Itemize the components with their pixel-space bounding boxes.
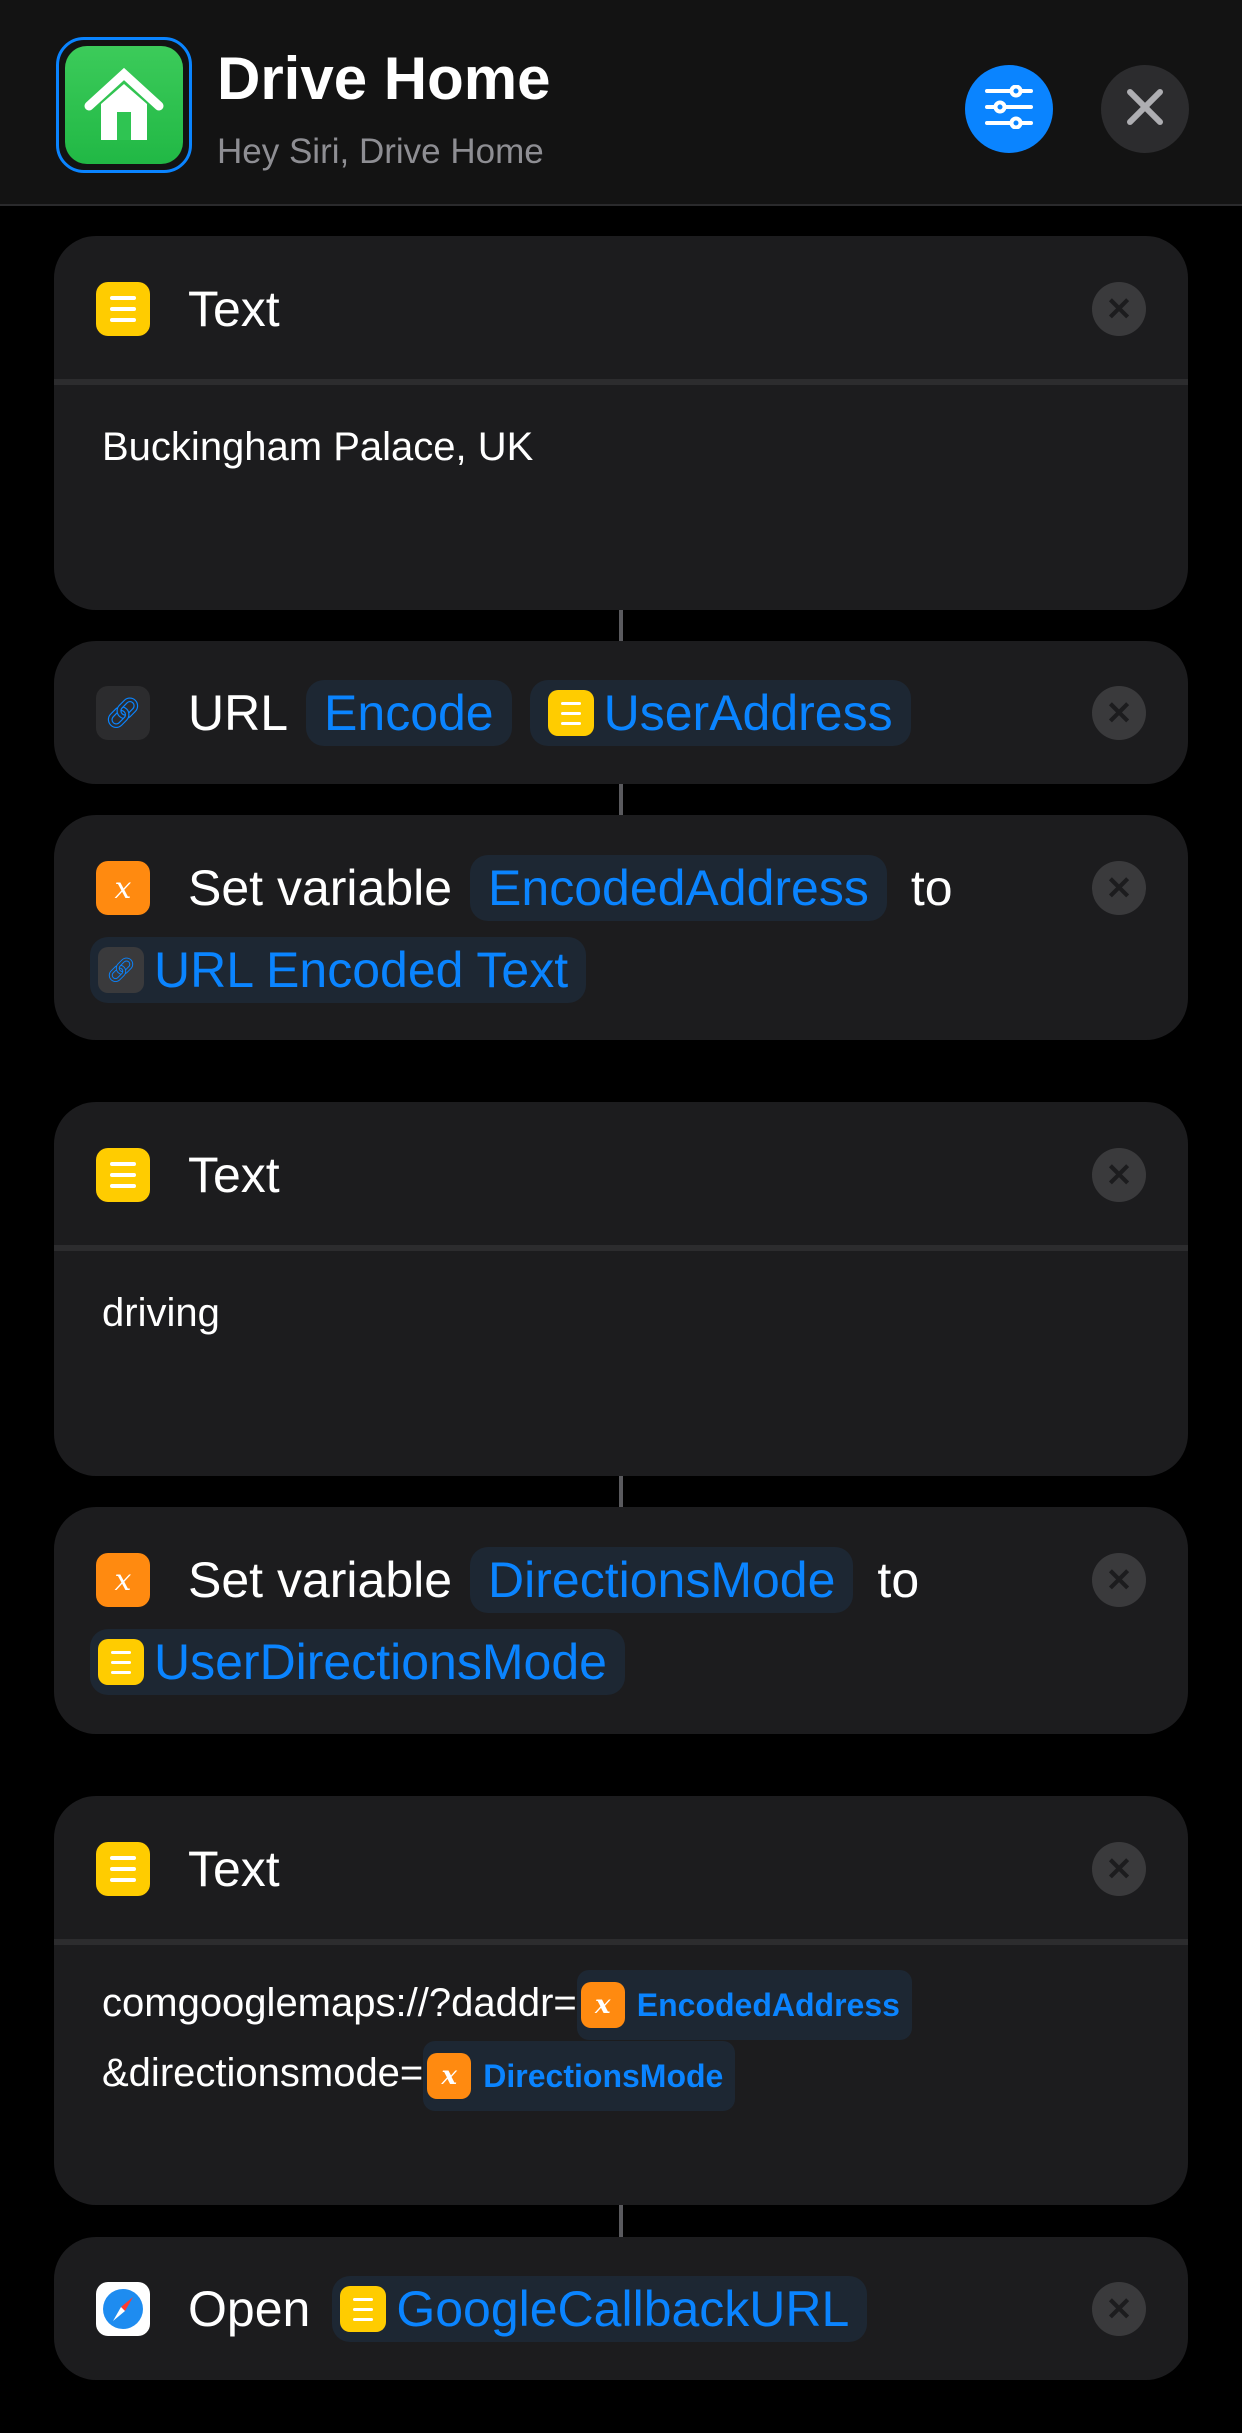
text-action-card[interactable]: Text ✕ comgooglemaps://?daddr= x EncodedAd… <box>54 1796 1188 2205</box>
url-action-card[interactable]: 🔗︎ URL Encode UserAddress ✕ <box>54 641 1188 784</box>
token-label: URL Encoded Text <box>154 942 569 998</box>
close-icon <box>1126 88 1164 131</box>
house-icon <box>65 46 183 164</box>
text-icon <box>96 1148 150 1202</box>
connector <box>619 610 623 641</box>
encoded-address-token[interactable]: x EncodedAddress <box>576 1970 912 2041</box>
text-body-line: &directionsmode= <box>102 2051 424 2096</box>
variable-name-token[interactable]: EncodedAddress <box>470 855 887 921</box>
remove-action-button[interactable]: ✕ <box>1092 861 1146 915</box>
action-title: Text <box>188 1841 280 1897</box>
set-variable-card[interactable]: x Set variable DirectionsMode to UserDir… <box>54 1507 1188 1734</box>
header: Drive Home Hey Siri, Drive Home <box>0 0 1242 206</box>
text-body[interactable]: Buckingham Palace, UK <box>102 414 533 480</box>
text-body[interactable]: comgooglemaps://?daddr= x EncodedAddress &… <box>102 1970 912 2111</box>
token-label: GoogleCallbackURL <box>396 2281 850 2337</box>
action-title: Set variable <box>188 860 453 916</box>
remove-action-button[interactable]: ✕ <box>1092 686 1146 740</box>
user-directions-mode-token[interactable]: UserDirectionsMode <box>90 1629 625 1695</box>
close-icon: ✕ <box>1105 1851 1133 1887</box>
token-label: DirectionsMode <box>483 2057 724 2094</box>
close-icon: ✕ <box>1105 291 1133 327</box>
close-icon: ✕ <box>1105 2291 1133 2327</box>
encode-mode-token[interactable]: Encode <box>306 680 512 746</box>
text-action-card[interactable]: Text ✕ driving <box>54 1102 1188 1476</box>
variable-icon: x <box>96 1553 150 1607</box>
action-title: Text <box>188 1147 280 1203</box>
set-variable-card[interactable]: x Set variable EncodedAddress to 🔗︎ URL E… <box>54 815 1188 1040</box>
variable-icon: x <box>96 861 150 915</box>
action-title: Set variable <box>188 1552 453 1608</box>
variable-icon: x <box>427 2052 472 2099</box>
connector <box>619 784 623 815</box>
google-callback-url-token[interactable]: GoogleCallbackURL <box>332 2276 868 2342</box>
connector <box>619 2205 623 2237</box>
shortcut-title[interactable]: Drive Home <box>217 44 550 113</box>
remove-action-button[interactable]: ✕ <box>1092 1553 1146 1607</box>
text-action-card[interactable]: Text ✕ Buckingham Palace, UK <box>54 236 1188 610</box>
connector <box>619 1476 623 1507</box>
close-icon: ✕ <box>1105 1562 1133 1598</box>
close-icon: ✕ <box>1105 870 1133 906</box>
remove-action-button[interactable]: ✕ <box>1092 1148 1146 1202</box>
directions-mode-token[interactable]: x DirectionsMode <box>423 2040 736 2111</box>
close-button[interactable] <box>1101 65 1189 153</box>
action-title: Open <box>188 2281 311 2337</box>
divider <box>54 379 1188 385</box>
link-icon: 🔗︎ <box>98 947 144 993</box>
shortcut-app-icon[interactable] <box>56 37 192 173</box>
action-title: URL <box>188 685 289 741</box>
token-label: UserAddress <box>603 685 893 741</box>
text-icon <box>340 2286 387 2332</box>
variable-name-token[interactable]: DirectionsMode <box>470 1547 854 1613</box>
text-icon <box>98 1639 144 1685</box>
user-address-token[interactable]: UserAddress <box>529 680 911 746</box>
token-label: UserDirectionsMode <box>154 1634 607 1690</box>
safari-compass-icon <box>96 2282 150 2336</box>
action-title: Text <box>188 281 280 337</box>
divider <box>54 1245 1188 1251</box>
url-encoded-text-token[interactable]: 🔗︎ URL Encoded Text <box>90 937 587 1003</box>
text-body-line: comgooglemaps://?daddr= <box>102 1981 577 2025</box>
close-icon: ✕ <box>1105 1157 1133 1193</box>
remove-action-button[interactable]: ✕ <box>1092 2282 1146 2336</box>
text-body[interactable]: driving <box>102 1280 220 1346</box>
text-icon <box>547 690 594 736</box>
text-icon <box>96 1842 150 1896</box>
to-label: to <box>877 1552 920 1608</box>
link-icon: 🔗︎ <box>96 686 150 740</box>
remove-action-button[interactable]: ✕ <box>1092 282 1146 336</box>
variable-icon: x <box>580 1982 625 2029</box>
text-icon <box>96 282 150 336</box>
shortcut-subtitle: Hey Siri, Drive Home <box>217 132 544 171</box>
token-label: EncodedAddress <box>636 1987 900 2024</box>
sliders-icon <box>984 84 1034 134</box>
open-url-card[interactable]: Open GoogleCallbackURL ✕ <box>54 2237 1188 2380</box>
close-icon: ✕ <box>1105 695 1133 731</box>
divider <box>54 1939 1188 1945</box>
remove-action-button[interactable]: ✕ <box>1092 1842 1146 1896</box>
to-label: to <box>910 860 953 916</box>
settings-button[interactable] <box>965 65 1053 153</box>
